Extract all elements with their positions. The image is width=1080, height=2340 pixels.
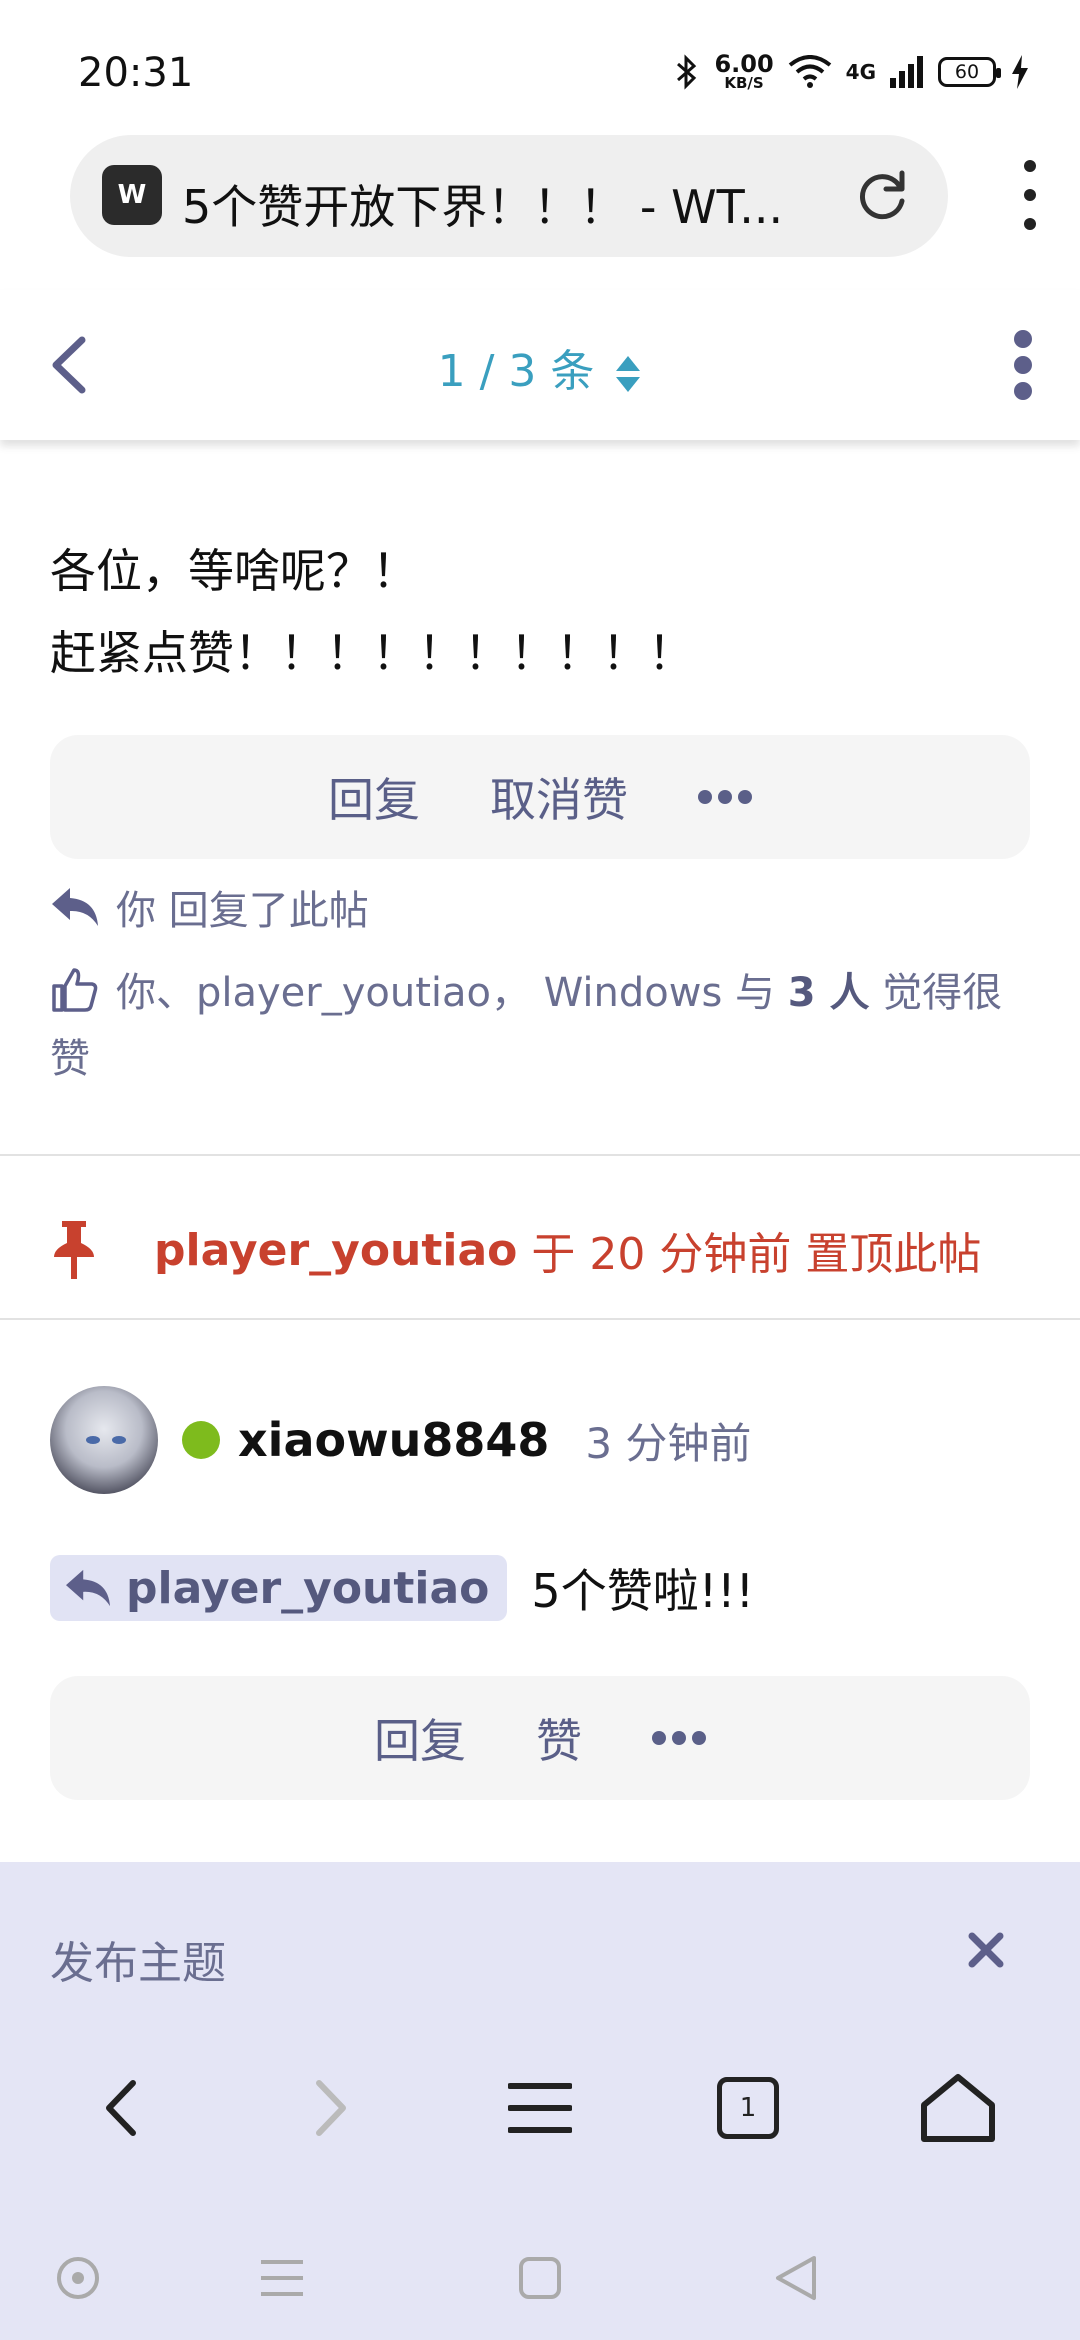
topic-menu-button[interactable] bbox=[1012, 330, 1034, 400]
chevron-left-icon bbox=[106, 2080, 136, 2136]
system-navigation bbox=[0, 2220, 1080, 2340]
pin-icon bbox=[54, 1221, 94, 1279]
new-topic-button[interactable]: 发布主题 bbox=[50, 1927, 226, 1991]
more-options-icon[interactable] bbox=[698, 790, 752, 804]
sort-arrows-icon bbox=[616, 356, 641, 392]
post-counter-label: 1 / 3 条 bbox=[437, 346, 595, 397]
reply-text: 5个赞啦!!! bbox=[531, 1564, 755, 1618]
back-system-button[interactable] bbox=[766, 2248, 826, 2308]
status-time: 20:31 bbox=[78, 50, 194, 96]
likes-count: 3 人 bbox=[787, 970, 870, 1016]
tab-title[interactable]: 5个赞开放下界！！！ - WT... bbox=[182, 171, 862, 237]
home-icon bbox=[921, 2074, 995, 2142]
menu-dot-icon bbox=[1014, 356, 1032, 374]
menu-dot-icon bbox=[1024, 189, 1036, 201]
status-icons: 6.00 KB/S 4G 60 bbox=[674, 52, 1030, 91]
home-system-button[interactable] bbox=[510, 2248, 570, 2308]
like-button[interactable]: 赞 bbox=[536, 1705, 582, 1771]
post-counter[interactable]: 1 / 3 条 bbox=[0, 335, 1080, 399]
browser-menu-hamburger[interactable] bbox=[500, 2068, 580, 2148]
browser-back-button[interactable] bbox=[82, 2068, 162, 2148]
menu-dot-icon bbox=[1024, 160, 1036, 172]
network-speed: 6.00 KB/S bbox=[714, 50, 774, 92]
online-status-icon bbox=[182, 1421, 220, 1459]
replied-note-text: 你 回复了此帖 bbox=[116, 888, 369, 934]
post-actions: 回复 取消赞 bbox=[50, 735, 1030, 859]
signal-icon bbox=[890, 55, 923, 88]
triangle-back-icon bbox=[776, 2256, 816, 2300]
post-body: 各位，等啥呢？！ 赶紧点赞！！！！！！！！！！ bbox=[50, 530, 694, 694]
wifi-icon bbox=[788, 54, 831, 88]
pinned-notice: player_youtiao 于 20 分钟前 置顶此帖 bbox=[50, 1218, 981, 1282]
menu-dot-icon bbox=[1014, 382, 1032, 400]
reply-to-badge[interactable]: player_youtiao bbox=[50, 1555, 508, 1621]
replied-note: 你 回复了此帖 bbox=[50, 878, 369, 936]
reply-header: xiaowu8848 3 分钟前 bbox=[50, 1386, 751, 1494]
chevron-right-icon bbox=[316, 2080, 346, 2136]
reply-arrow-icon bbox=[52, 888, 98, 926]
bluetooth-icon bbox=[677, 53, 697, 90]
menu-dot-icon bbox=[1014, 330, 1032, 348]
battery-icon: 60 bbox=[938, 56, 1001, 87]
thumbs-up-icon bbox=[52, 968, 98, 1012]
reply-actions: 回复 赞 bbox=[50, 1676, 1030, 1800]
circle-dot-icon bbox=[57, 2257, 99, 2299]
more-options-icon[interactable] bbox=[652, 1731, 706, 1745]
reload-icon[interactable] bbox=[852, 165, 912, 225]
divider bbox=[0, 1318, 1080, 1320]
home-button[interactable] bbox=[918, 2068, 998, 2148]
menu-dot-icon bbox=[1024, 218, 1036, 230]
divider bbox=[0, 1154, 1080, 1156]
charging-icon bbox=[1012, 54, 1028, 89]
unlike-button[interactable]: 取消赞 bbox=[490, 764, 628, 830]
reply-button[interactable]: 回复 bbox=[374, 1705, 466, 1771]
status-bar: 20:31 6.00 KB/S 4G 60 bbox=[0, 0, 1080, 140]
assistant-button[interactable] bbox=[48, 2248, 108, 2308]
reply-to-user: player_youtiao bbox=[126, 1562, 490, 1614]
menu-lines-icon bbox=[261, 2260, 303, 2296]
close-icon[interactable] bbox=[966, 1930, 1006, 1970]
browser-menu-button[interactable] bbox=[1020, 160, 1040, 230]
reply-time[interactable]: 3 分钟前 bbox=[585, 1410, 751, 1471]
pinned-text: 于 20 分钟前 置顶此帖 bbox=[531, 1229, 982, 1280]
reply-button[interactable]: 回复 bbox=[328, 764, 420, 830]
address-bar[interactable]: W 5个赞开放下界！！！ - WT... bbox=[70, 135, 948, 257]
post-line: 各位，等啥呢？！ bbox=[50, 544, 418, 598]
recents-button[interactable] bbox=[252, 2248, 312, 2308]
tabs-button[interactable]: 1 bbox=[708, 2068, 788, 2148]
square-icon bbox=[519, 2257, 561, 2299]
likes-summary[interactable]: 你、player_youtiao， Windows 与 3 人 觉得很赞 bbox=[50, 960, 1040, 1092]
browser-toolbar: 1 bbox=[0, 2040, 1080, 2170]
hamburger-icon bbox=[508, 2083, 572, 2133]
tab-count: 1 bbox=[717, 2077, 779, 2139]
post-line: 赶紧点赞！！！！！！！！！！ bbox=[50, 626, 694, 680]
pinned-by-user[interactable]: player_youtiao bbox=[154, 1225, 517, 1276]
avatar[interactable] bbox=[50, 1386, 158, 1494]
site-favicon: W bbox=[102, 165, 162, 225]
network-type: 4G bbox=[845, 59, 876, 84]
reply-body: player_youtiao 5个赞啦!!! bbox=[50, 1555, 754, 1621]
reply-username[interactable]: xiaowu8848 bbox=[238, 1413, 549, 1467]
browser-forward-button[interactable] bbox=[290, 2068, 370, 2148]
topic-header: 1 / 3 条 bbox=[0, 290, 1080, 440]
reply-arrow-icon bbox=[66, 1569, 110, 1607]
likes-names: 你、player_youtiao， Windows 与 bbox=[116, 970, 788, 1016]
